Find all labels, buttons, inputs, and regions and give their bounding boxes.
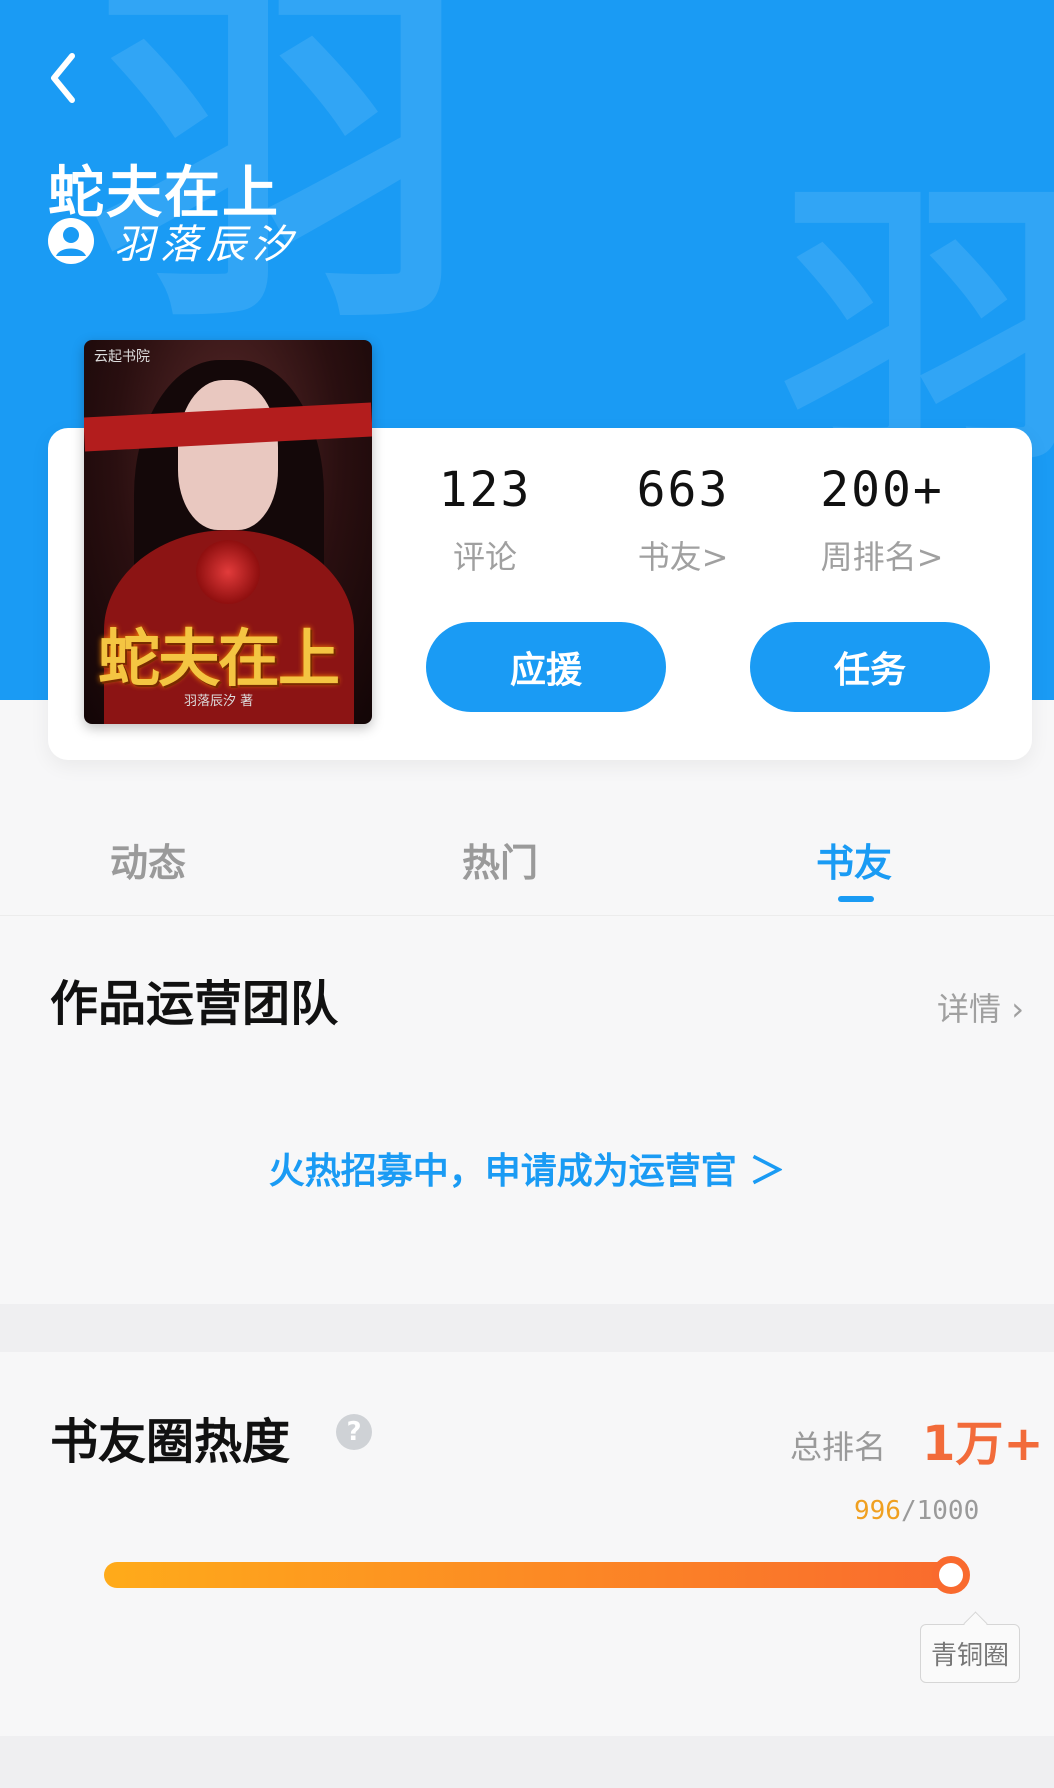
stat-label: 书友> bbox=[637, 538, 729, 576]
question-icon[interactable]: ? bbox=[336, 1414, 372, 1450]
stat-label: 周排名> bbox=[820, 538, 944, 576]
cover-art-rose bbox=[196, 540, 260, 604]
user-icon bbox=[48, 218, 94, 264]
section-divider bbox=[0, 1304, 1054, 1352]
stat-weekly-rank[interactable]: 200+ 周排名> bbox=[792, 462, 972, 578]
detail-link[interactable]: 详情 › bbox=[937, 984, 1024, 1030]
book-cover[interactable]: 云起书院 蛇夫在上 羽落辰汐 著 bbox=[84, 340, 372, 724]
bottom-divider bbox=[0, 1736, 1054, 1788]
progress-max: 1000 bbox=[916, 1496, 980, 1526]
progress-current: 996 bbox=[854, 1496, 901, 1526]
section-title: 书友圈热度 bbox=[50, 1414, 291, 1470]
cover-publisher: 云起书院 bbox=[94, 349, 150, 365]
recruit-link[interactable]: 火热招募中，申请成为运营官 ＞ bbox=[0, 1142, 1054, 1194]
tab-popular[interactable]: 热门 bbox=[462, 832, 538, 887]
author-name: 羽落辰汐 bbox=[114, 222, 298, 268]
task-button[interactable]: 任务 bbox=[750, 622, 990, 712]
stat-value: 663 bbox=[636, 462, 730, 518]
stat-label: 评论 bbox=[452, 538, 517, 576]
author-row[interactable]: 羽落辰汐 bbox=[48, 212, 298, 270]
active-tab-indicator bbox=[838, 896, 874, 902]
stat-value: 200+ bbox=[820, 462, 944, 518]
chevron-left-icon bbox=[51, 53, 75, 103]
stat-readers[interactable]: 663 书友> bbox=[593, 462, 773, 578]
section-title: 作品运营团队 bbox=[50, 976, 339, 1032]
tab-activity[interactable]: 动态 bbox=[110, 832, 186, 887]
cheer-button[interactable]: 应援 bbox=[426, 622, 666, 712]
cover-title: 蛇夫在上 bbox=[98, 622, 340, 695]
rank-value: 1万+ bbox=[922, 1416, 1044, 1472]
ops-team-section: 作品运营团队 详情 › 火热招募中，申请成为运营官 ＞ bbox=[0, 916, 1054, 1304]
progress-readout: 996/1000 bbox=[854, 1496, 979, 1526]
stat-value: 123 bbox=[438, 462, 532, 518]
tier-badge: 青铜圈 bbox=[920, 1624, 1021, 1683]
heat-progress-bar bbox=[104, 1562, 966, 1588]
heat-section: 书友圈热度 ? 总排名 1万+ 996/1000 青铜圈 bbox=[0, 1352, 1054, 1736]
progress-knob[interactable] bbox=[932, 1556, 970, 1594]
tab-readers[interactable]: 书友 bbox=[816, 832, 892, 887]
stat-comments[interactable]: 123 评论 bbox=[395, 462, 575, 578]
cover-author: 羽落辰汐 著 bbox=[184, 694, 254, 709]
rank-label: 总排名 bbox=[790, 1428, 887, 1466]
tab-bar: 动态 热门 书友 bbox=[0, 800, 1054, 916]
cover-art-face bbox=[178, 380, 278, 530]
progress-separator: / bbox=[900, 1496, 917, 1526]
back-button[interactable] bbox=[44, 48, 84, 108]
